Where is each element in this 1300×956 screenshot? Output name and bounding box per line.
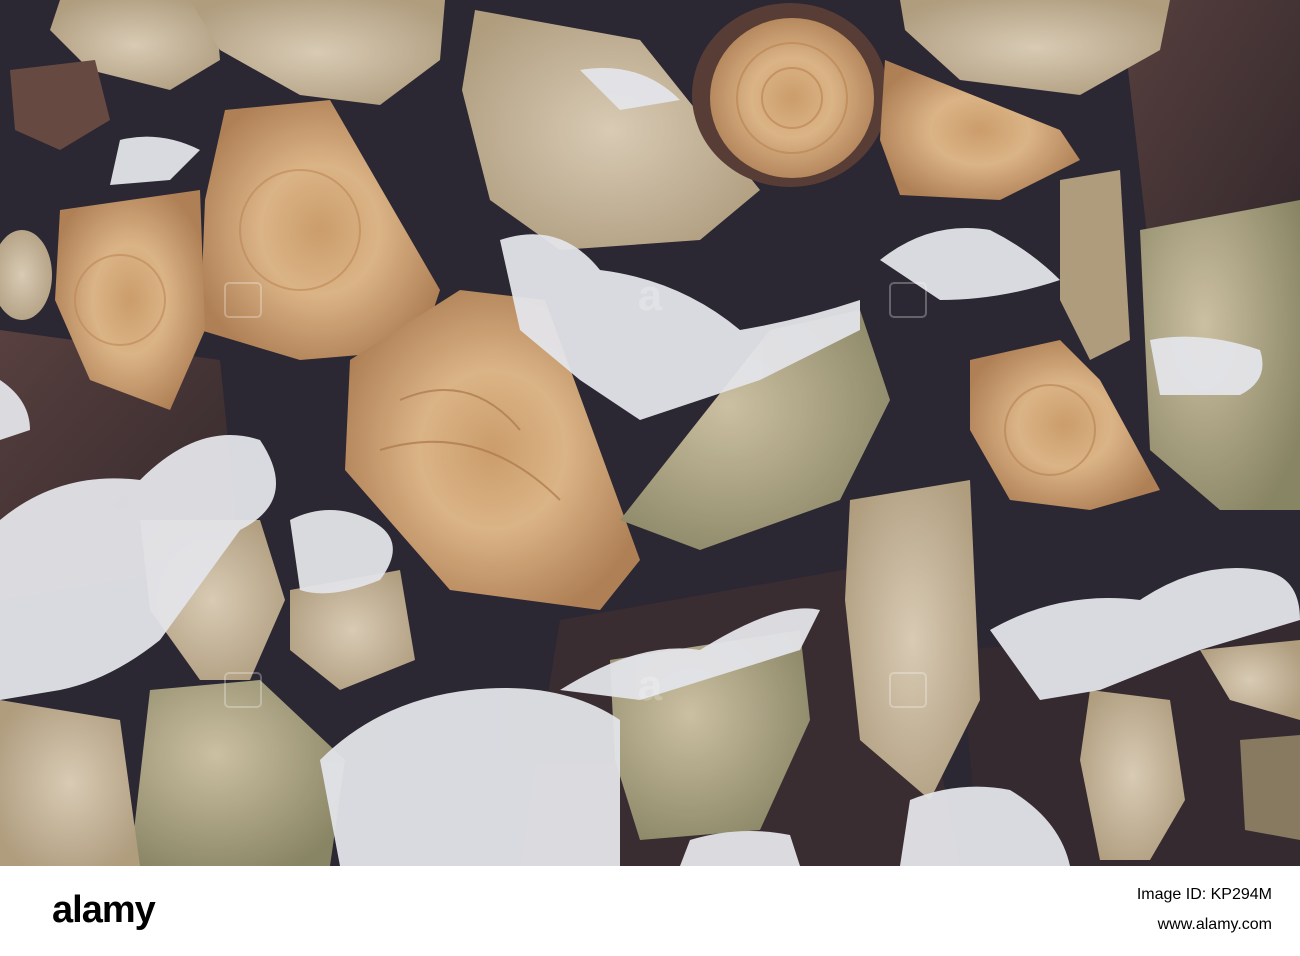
stock-photo: a a (0, 0, 1300, 866)
stock-footer-bar: alamy Image ID: KP294M www.alamy.com (0, 866, 1300, 956)
alamy-logo: alamy (52, 889, 156, 931)
image-id: Image ID: KP294M (1136, 886, 1272, 903)
firewood-pile-illustration (0, 0, 1300, 866)
site-url[interactable]: www.alamy.com (1137, 910, 1272, 940)
image-meta: Image ID: KP294M www.alamy.com (1137, 880, 1272, 940)
